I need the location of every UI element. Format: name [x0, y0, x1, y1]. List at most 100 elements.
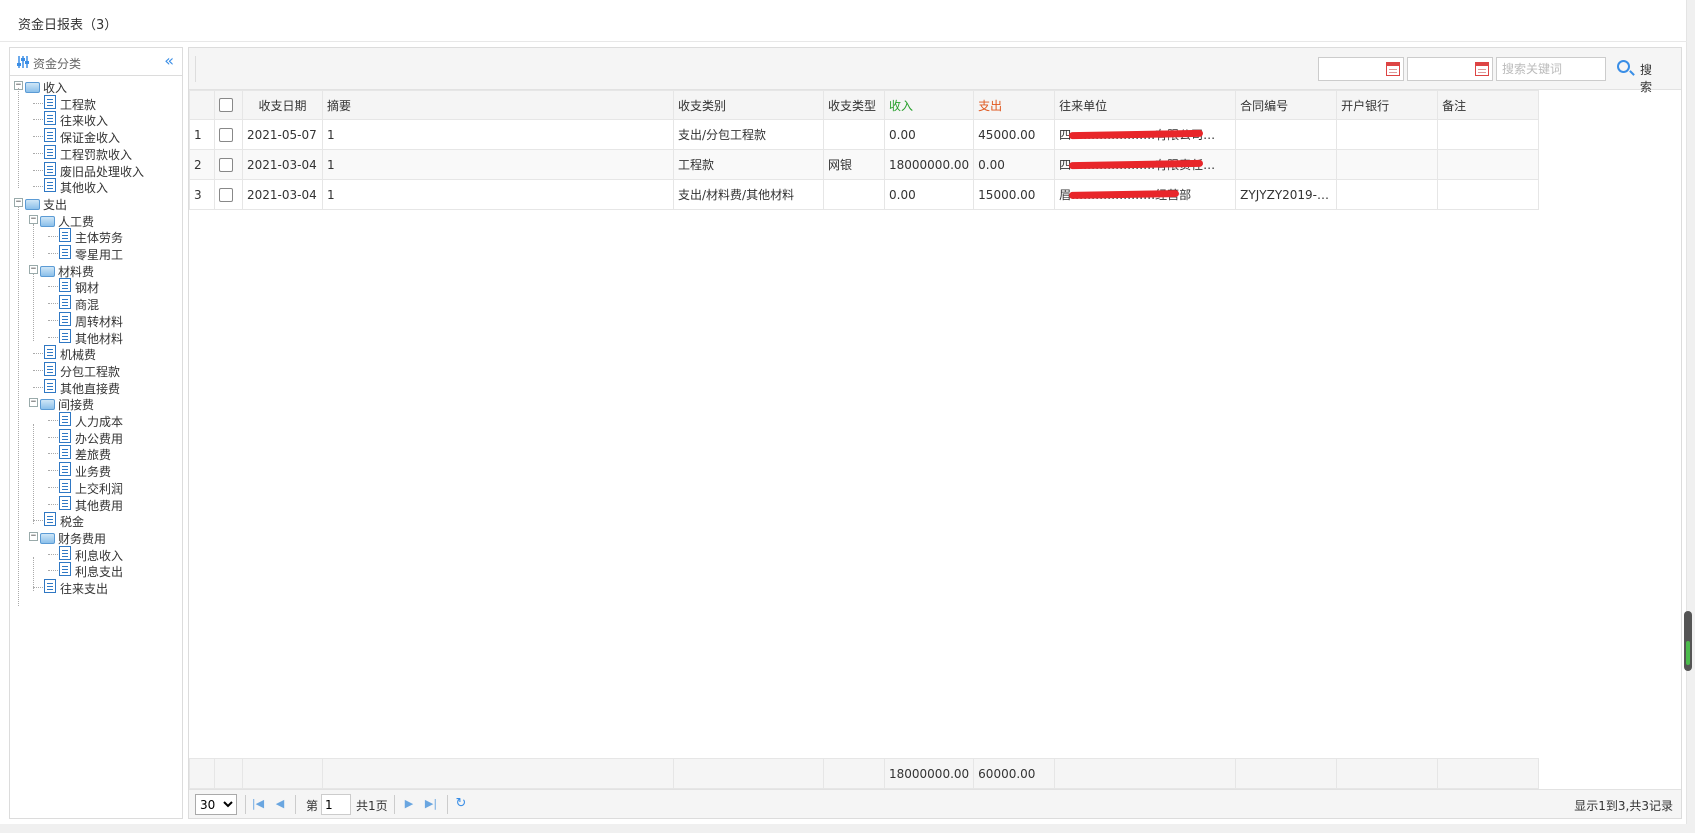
page-size-select[interactable]: 30 — [195, 794, 237, 815]
tree-node-label: 工程款 — [60, 97, 97, 112]
filter-sliders-icon — [17, 56, 29, 68]
row-checkbox[interactable] — [219, 157, 233, 172]
row-checkbox-cell[interactable] — [214, 179, 243, 210]
toolbar-separator — [195, 56, 196, 82]
page-scrollbar[interactable] — [1684, 611, 1692, 671]
calendar-icon[interactable] — [1475, 62, 1489, 76]
document-icon — [44, 111, 56, 126]
document-icon — [44, 345, 56, 360]
col-header-contract[interactable]: 合同编号 — [1235, 90, 1338, 120]
cell-contract — [1235, 149, 1338, 180]
tree-connector — [48, 420, 58, 421]
document-icon — [59, 478, 71, 493]
col-header-expense[interactable]: 支出 — [973, 90, 1056, 120]
tree-node-label: 保证金收入 — [60, 131, 121, 146]
tree-node-label: 人力成本 — [75, 415, 124, 429]
last-page-icon[interactable]: ▶| — [424, 797, 438, 811]
table-row[interactable]: 1 2021-05-07 1 支出/分包工程款 0.00 45000.00 四…… — [189, 119, 1540, 150]
tree-connector — [48, 303, 58, 305]
cell-expense: 45000.00 — [973, 119, 1056, 150]
cell-expense: 0.00 — [973, 149, 1056, 180]
refresh-icon[interactable]: ↻ — [454, 797, 468, 811]
tree-node-label: 收入 — [43, 81, 68, 95]
col-header-category[interactable]: 收支类别 — [673, 90, 824, 120]
table-row[interactable]: 3 2021-03-04 1 支出/材料费/其他材料 0.00 15000.00… — [189, 179, 1540, 210]
tree-connector — [48, 486, 58, 488]
select-all-checkbox-cell[interactable] — [214, 90, 243, 120]
col-header-income[interactable]: 收入 — [883, 90, 975, 120]
col-header-bank[interactable]: 开户银行 — [1336, 90, 1439, 120]
tree-node-label: 其他直接费 — [60, 381, 121, 396]
next-page-icon[interactable]: ▶ — [402, 797, 416, 811]
folder-icon — [25, 198, 40, 210]
total-expense: 60000.00 — [973, 758, 1056, 789]
row-checkbox[interactable] — [219, 127, 233, 142]
first-page-icon[interactable]: |◀ — [251, 797, 265, 811]
folder-icon — [40, 532, 55, 544]
tree-collapse-icon[interactable]: − — [29, 264, 38, 274]
row-number: 3 — [189, 179, 215, 210]
tree-node-label: 财务费用 — [58, 531, 107, 546]
col-header-summary[interactable]: 摘要 — [322, 90, 674, 120]
tree-node-label: 差旅费 — [75, 448, 112, 463]
tree-node-label: 其他费用 — [75, 498, 124, 513]
end-date-field[interactable] — [1407, 57, 1493, 81]
tree-connector — [48, 553, 58, 555]
document-icon — [59, 412, 71, 426]
tree-node-label: 其他材料 — [75, 331, 124, 346]
prev-page-icon[interactable]: ◀ — [273, 797, 287, 811]
pager-separator — [245, 795, 246, 814]
tree-node-label: 往来支出 — [60, 582, 109, 596]
search-button-label: 搜索 — [1640, 63, 1653, 94]
col-header-note[interactable]: 备注 — [1437, 90, 1540, 120]
tree-node-label: 利息收入 — [75, 548, 124, 563]
row-checkbox-cell[interactable] — [214, 149, 243, 180]
calendar-icon[interactable] — [1386, 62, 1400, 76]
search-input[interactable] — [1496, 57, 1606, 81]
tree-node-label: 工程罚款收入 — [60, 147, 133, 162]
tree-connector — [48, 336, 58, 338]
cell-contract — [1235, 119, 1338, 150]
cell-unit-redacted: 四…………………有限公司… — [1054, 119, 1237, 150]
tree-connector — [48, 503, 58, 505]
tree-connector — [33, 520, 43, 522]
tree-connector — [48, 286, 58, 288]
record-info: 显示1到3,共3记录 — [1574, 799, 1673, 813]
toolbar: 搜索 — [189, 48, 1681, 94]
cell-income: 0.00 — [883, 179, 975, 210]
start-date-field[interactable] — [1318, 57, 1404, 81]
tree-connector — [33, 557, 34, 591]
totals-table: 18000000.00 60000.00 — [189, 758, 1540, 789]
col-header-date[interactable]: 收支日期 — [242, 90, 323, 120]
totals-cell — [1336, 758, 1439, 789]
tree-collapse-icon[interactable]: − — [29, 531, 38, 541]
document-icon — [59, 278, 71, 293]
tree-collapse-icon[interactable]: − — [29, 398, 38, 408]
folder-icon — [40, 399, 55, 411]
row-checkbox-cell[interactable] — [214, 119, 243, 150]
col-header-type[interactable]: 收支类型 — [823, 90, 885, 120]
redacted-unit: 眉…………………经营部 — [1059, 188, 1192, 202]
page-prefix-label: 第 — [306, 799, 319, 813]
tree-node-label: 利息支出 — [75, 565, 124, 580]
pager-separator — [394, 795, 395, 814]
select-all-checkbox[interactable] — [219, 98, 233, 113]
pager-separator — [447, 795, 448, 814]
document-icon — [59, 428, 71, 443]
folder-icon — [40, 215, 55, 227]
document-icon — [59, 228, 71, 243]
collapse-sidebar-icon[interactable]: « — [164, 51, 174, 70]
document-icon — [59, 545, 71, 560]
tree-connector — [33, 424, 34, 524]
tree-connector — [33, 136, 43, 138]
col-header-unit[interactable]: 往来单位 — [1054, 90, 1237, 120]
totals-cell — [1235, 758, 1338, 789]
page-number-input[interactable] — [321, 794, 351, 815]
tree-collapse-icon[interactable]: − — [29, 214, 38, 224]
row-checkbox[interactable] — [219, 187, 233, 202]
sidebar-title: 资金分类 — [33, 57, 82, 71]
document-icon — [44, 512, 56, 527]
table-row[interactable]: 2 2021-03-04 1 工程款 网银 18000000.00 0.00 四… — [189, 149, 1540, 180]
tree-node-label: 其他收入 — [60, 181, 109, 196]
tree-connector — [48, 436, 58, 438]
